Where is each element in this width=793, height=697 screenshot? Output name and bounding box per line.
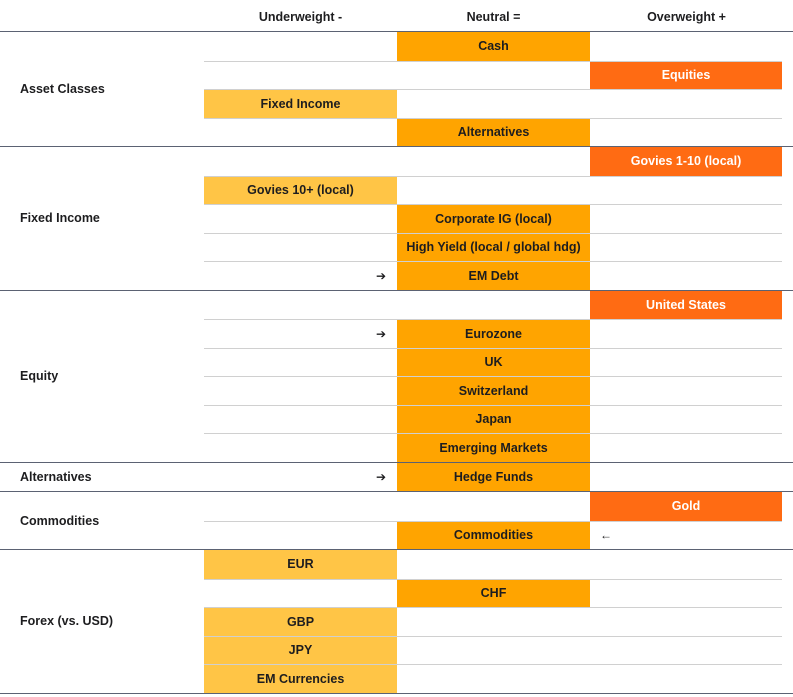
table-row: Govies 10+ (local) [204,175,782,204]
allocation-cell-equities: Equities [590,61,782,89]
allocation-cell-gold: Gold [590,492,782,521]
allocation-cell-corporate-ig-local: Corporate IG (local) [397,205,590,233]
section-label: Alternatives [20,469,92,484]
section-alternatives: Alternatives Hedge Funds ➔ [0,461,793,491]
section-label: Commodities [20,513,100,528]
column-header-neutral: Neutral = [466,10,521,24]
section-fixed-income: Fixed Income Govies 1-10 (local) Govies 10… [0,146,793,290]
allocation-cell-eurozone: Eurozone [397,320,590,348]
section-commodities: Commodities Gold Commodities ← [0,491,793,549]
table-row: Switzerland [204,376,782,405]
allocation-cell-em-currencies: EM Currencies [204,665,397,693]
allocation-cell-cash: Cash [397,32,590,61]
allocation-cell-govies-10-local: Govies 10+ (local) [204,176,397,204]
allocation-cell-japan: Japan [397,405,590,433]
allocation-cell-govies-1-10-local: Govies 1-10 (local) [590,147,782,176]
column-header-underweight: Underweight - [258,10,343,24]
table-row: Corporate IG (local) [204,204,782,233]
allocation-cell-commodities: Commodities [397,521,590,549]
allocation-cell-gbp: GBP [204,608,397,636]
allocation-cell-eur: EUR [204,550,397,579]
column-header-row: Underweight - Neutral = Overweight + [0,0,793,31]
allocation-cell-alternatives: Alternatives [397,118,590,146]
table-row: Gold [204,492,782,521]
table-row: EM Currencies [204,664,782,693]
table-row: Fixed Income [204,89,782,118]
arrow-right-icon: ➔ [376,469,387,484]
allocation-cell-fixed-income: Fixed Income [204,90,397,118]
section-forex-vs-usd: Forex (vs. USD) EUR CHF GBP JPY EM Currencies [0,549,793,694]
allocation-cell-uk: UK [397,348,590,376]
section-label: Equity [20,369,59,383]
arrow-right-icon: ➔ [376,326,387,341]
table-row: EUR [204,550,782,579]
section-asset-classes: Asset Classes Cash Equities Fixed Income Alt… [0,31,793,146]
table-row: EM Debt ➔ [204,261,782,290]
table-row: Japan [204,404,782,433]
table-row: UK [204,347,782,376]
table-row: Emerging Markets [204,433,782,462]
table-row: Commodities ← [204,520,782,549]
table-row: United States [204,290,782,319]
table-row: Cash [204,32,782,61]
column-header-overweight: Overweight + [647,10,726,24]
allocation-grid: Asset Classes Cash Equities Fixed Income Alt… [0,31,793,694]
table-row: Govies 1-10 (local) [204,147,782,176]
allocation-cell-hedge-funds: Hedge Funds [397,462,590,491]
table-row: Hedge Funds ➔ [204,462,782,491]
allocation-cell-emerging-markets: Emerging Markets [397,434,590,462]
table-row: Eurozone ➔ [204,319,782,348]
allocation-cell-united-states: United States [590,290,782,319]
allocation-cell-high-yield-local-global-hdg: High Yield (local / global hdg) [397,233,590,261]
table-row: High Yield (local / global hdg) [204,232,782,261]
allocation-cell-em-debt: EM Debt [397,262,590,290]
allocation-cell-jpy: JPY [204,636,397,664]
section-equity: Equity United States Eurozone ➔ UK Switzerlan… [0,289,793,462]
arrow-right-icon: ➔ [376,268,387,283]
table-row: GBP [204,607,782,636]
section-label: Fixed Income [20,211,100,226]
arrow-left-icon: ← [600,528,612,543]
section-label: Forex (vs. USD) [20,614,114,629]
table-row: CHF [204,578,782,607]
table-row: JPY [204,635,782,664]
allocation-cell-switzerland: Switzerland [397,377,590,405]
allocation-cell-chf: CHF [397,579,590,607]
table-row: Equities [204,60,782,89]
section-label: Asset Classes [20,82,105,96]
table-row: Alternatives [204,117,782,146]
